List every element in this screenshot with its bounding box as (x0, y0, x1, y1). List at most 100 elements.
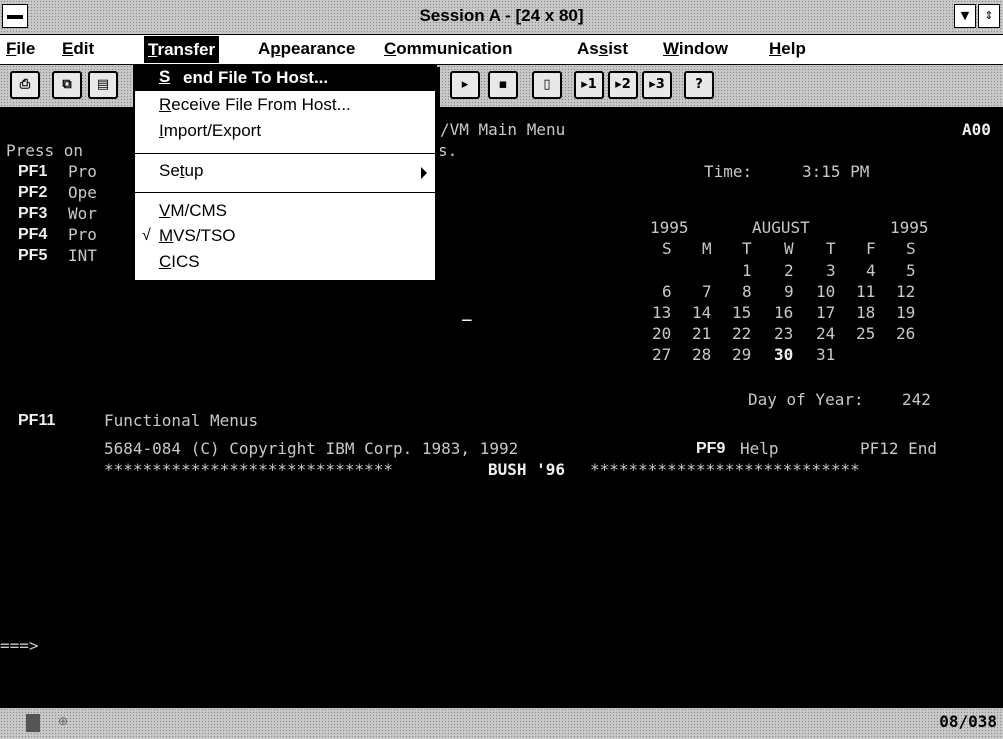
calendar-weekday: S (662, 239, 672, 258)
cursor: _ (462, 302, 472, 321)
pf-key: PF3 (18, 205, 48, 222)
menuitem-import-export[interactable]: Import/Export (159, 121, 261, 141)
mnemonic-key: F (6, 39, 17, 58)
mnemonic-key: E (62, 39, 74, 58)
clipboard-icon[interactable]: ▯ (532, 71, 562, 99)
window-title: Session A - [24 x 80] (419, 6, 584, 25)
calendar-weekday: S (906, 239, 916, 258)
macro-3-icon[interactable]: ▸3 (642, 71, 672, 99)
indicator-icon: ⊕ (58, 714, 69, 728)
macro-2-icon[interactable]: ▸2 (608, 71, 638, 99)
label-part: ist (608, 39, 629, 58)
calendar-day: 28 (692, 345, 712, 364)
calendar-weekday: T (742, 239, 752, 258)
send-icon[interactable]: ▸ (450, 71, 480, 99)
day-of-year-value: 242 (902, 390, 931, 409)
menu-help[interactable]: Help (769, 39, 806, 59)
calendar-weekday: T (826, 239, 836, 258)
label-part: ile (16, 39, 36, 58)
paste-icon[interactable]: ▤ (88, 71, 118, 99)
label-part: ommunication (396, 39, 513, 58)
terminal-id: A00 (962, 120, 991, 139)
label-part: elp (781, 39, 806, 58)
help-icon[interactable]: ? (684, 71, 714, 99)
menu-file[interactable]: File (6, 39, 35, 59)
calendar-day: 10 (816, 282, 836, 301)
calendar-year-left: 1995 (650, 218, 689, 237)
press-text-tail: s. (438, 141, 458, 160)
calendar-day: 19 (896, 303, 916, 322)
label-part: ransfer (157, 40, 216, 59)
menu-transfer[interactable]: Transfer (144, 36, 220, 63)
label-part: mport/Export (163, 121, 262, 140)
calendar-day: 23 (774, 324, 794, 343)
session-status-icon (26, 714, 40, 732)
calendar-day: 3 (826, 261, 836, 280)
menu-window[interactable]: Window (663, 39, 728, 59)
menuitem-cics[interactable]: CICS (159, 252, 200, 272)
pf11-key: PF11 (18, 412, 56, 429)
calendar-day: 13 (652, 303, 672, 322)
mnemonic-key: V (159, 201, 171, 220)
pf-description: Wor (68, 204, 97, 223)
calendar-day: 21 (692, 324, 712, 343)
menuitem-mvs-tso[interactable]: MVS/TSO (159, 226, 236, 246)
menuitem-vm-cms[interactable]: VM/CMS (159, 201, 227, 221)
status-bar: ⊕ 08/038 (0, 708, 1003, 739)
label-part: VS/TSO (173, 226, 236, 245)
calendar-day: 7 (702, 282, 712, 301)
maximize-button[interactable]: ⇕ (978, 4, 1000, 28)
calendar-day: 22 (732, 324, 752, 343)
calendar-day: 31 (816, 345, 836, 364)
macro-1-icon[interactable]: ▸1 (574, 71, 604, 99)
label-part: Se (159, 161, 180, 180)
menu-assist[interactable]: Assist (577, 39, 628, 59)
calendar-day: 26 (896, 324, 916, 343)
receive-icon[interactable]: ▪ (488, 71, 518, 99)
menu-title: /VM Main Menu (440, 120, 566, 139)
calendar-weekday: F (866, 239, 876, 258)
label-part: As (577, 39, 599, 58)
calendar-day: 25 (856, 324, 876, 343)
calendar-day: 1 (742, 261, 752, 280)
label-part: A (258, 39, 271, 58)
pf-description: Pro (68, 225, 97, 244)
send-file-label: Send File To Host... (159, 67, 328, 87)
calendar-day: 20 (652, 324, 672, 343)
mnemonic-key: C (384, 39, 397, 58)
submenu-arrow-icon (421, 167, 427, 179)
pf12-text: PF12 End (860, 439, 938, 458)
menuitem-receive-file-from-host[interactable]: Receive File From Host... (159, 95, 351, 115)
label-part: up (184, 161, 204, 180)
menu-edit[interactable]: Edit (62, 39, 94, 59)
calendar-day: 14 (692, 303, 712, 322)
menu-appearance[interactable]: Appearance (258, 39, 355, 59)
copyright-text: 5684-084 (C) Copyright IBM Corp. 1983, 1… (104, 439, 519, 458)
calendar-today: 30 (774, 345, 794, 364)
menuitem-send-file-to-host[interactable]: Send File To Host... (135, 66, 435, 91)
calendar-day: 15 (732, 303, 752, 322)
mnemonic-key: p (270, 39, 281, 58)
pf-key: PF4 (18, 226, 48, 243)
menu-separator (135, 192, 435, 193)
pf-description: INT (68, 246, 97, 265)
command-prompt: ===> (0, 636, 39, 655)
pf9-text: Help (740, 439, 779, 458)
pf-description: Pro (68, 162, 97, 181)
copy-icon[interactable]: ⧉ (52, 71, 82, 99)
calendar-day: 5 (906, 261, 916, 280)
menu-communication[interactable]: Communication (384, 39, 512, 59)
pf11-text: Functional Menus (104, 411, 259, 430)
calendar-day: 2 (784, 261, 794, 280)
mnemonic-key: C (159, 252, 172, 271)
print-icon[interactable]: ⎙ (10, 71, 40, 99)
calendar-month: AUGUST (752, 218, 810, 237)
minimize-button[interactable]: ▼ (954, 4, 976, 28)
menu-bar: File Edit Transfer Appearance Communication A… (0, 35, 1003, 65)
mnemonic-key: H (769, 39, 782, 58)
menuitem-setup[interactable]: Setup (159, 161, 203, 181)
menu-separator (135, 153, 435, 154)
calendar-day: 11 (856, 282, 876, 301)
command-input[interactable] (50, 636, 950, 656)
title-bar[interactable]: Session A - [24 x 80] ▼ ⇕ (0, 0, 1003, 35)
